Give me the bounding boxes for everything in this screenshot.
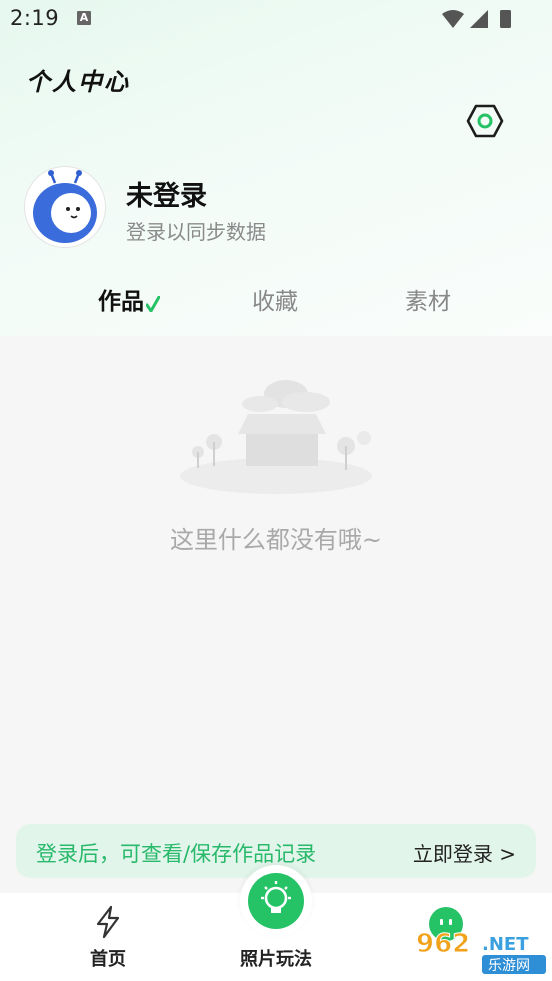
empty-state-text: 这里什么都没有哦~ [169,526,383,554]
tab-favorites[interactable]: 收藏 [252,282,298,316]
center-action-button[interactable] [240,865,312,937]
user-subtitle: 登录以同步数据 [126,220,266,244]
nav-photo-label: 照片玩法 [240,949,312,970]
site-watermark-logo: 962 .NET 乐游网 [416,929,546,974]
login-now-button[interactable]: 立即登录 > [413,838,516,867]
nav-home-label: 首页 [90,949,126,970]
robot-avatar-icon [33,170,97,243]
wifi-icon [442,10,464,28]
login-tip: 登录后，可查看/保存作品记录 [36,842,317,866]
svg-text:962: 962 [416,929,470,959]
notification-icon: A [77,11,91,25]
signal-icon [470,10,488,28]
status-icons [442,10,511,28]
page-title: 个人中心 [26,68,130,96]
svg-text:.NET: .NET [482,934,529,955]
lightbulb-icon [261,881,291,913]
svg-text:乐游网: 乐游网 [488,958,530,974]
status-bar: 2:19 A [0,0,552,38]
content-tabs: 作品 收藏 素材 [0,282,552,322]
empty-box-illustration [180,380,372,494]
avatar[interactable] [24,166,106,248]
tab-materials[interactable]: 素材 [405,282,451,316]
status-time: 2:19 [10,6,60,30]
nav-photo-play[interactable]: 照片玩法 [216,865,336,971]
battery-icon [500,10,511,28]
nav-home[interactable]: 首页 [78,905,138,971]
lightning-icon [96,905,120,939]
settings-icon[interactable] [466,102,504,140]
user-name[interactable]: 未登录 [126,174,207,213]
tab-works[interactable]: 作品 [98,282,144,316]
active-tab-check-icon [146,296,160,312]
